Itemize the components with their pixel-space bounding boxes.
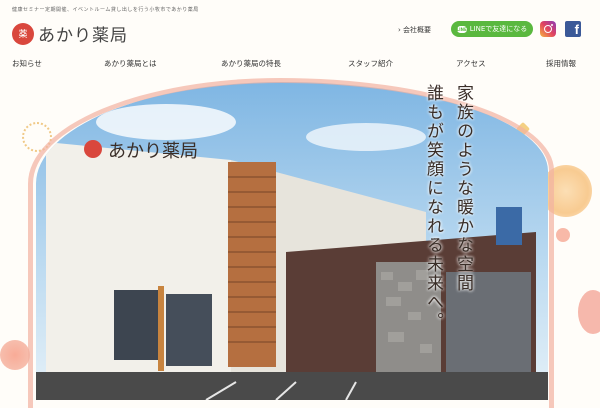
- nav-item-staff[interactable]: スタッフ紹介: [348, 58, 393, 69]
- company-profile-link[interactable]: › 会社概要: [398, 25, 431, 35]
- watercolor-dot-decoration: [556, 228, 570, 242]
- hero-catchphrase-line1: 家族のような暖かな空間: [453, 84, 473, 293]
- site-logo[interactable]: 薬 あかり薬局: [12, 21, 128, 46]
- dotted-circle-decoration: [22, 122, 52, 152]
- line-friend-button[interactable]: LINE LINEで友達になる: [451, 21, 533, 37]
- company-profile-label: 会社概要: [403, 26, 432, 34]
- watercolor-dot-decoration: [578, 290, 600, 334]
- nav-item-about[interactable]: あかり薬局とは: [104, 58, 157, 69]
- site-tagline: 健康セミナー定期開催、イベントルーム貸し出しを行う小牧市であかり薬局: [12, 7, 199, 13]
- nav-item-recruit[interactable]: 採用情報: [546, 58, 576, 69]
- nav-item-features[interactable]: あかり薬局の特長: [221, 58, 281, 69]
- nav-item-news[interactable]: お知らせ: [12, 58, 42, 69]
- chevron-right-icon: ›: [398, 26, 401, 34]
- watercolor-dot-decoration: [0, 340, 30, 370]
- facebook-icon[interactable]: f: [565, 21, 581, 37]
- hero-catchphrase-line2: 誰もが笑顔になれる未来へ。: [423, 84, 443, 331]
- line-icon: LINE: [456, 25, 467, 33]
- nav-item-access[interactable]: アクセス: [456, 58, 486, 69]
- building-sign-text: あかり薬局: [108, 141, 198, 162]
- logo-mark-icon: 薬: [12, 22, 34, 45]
- instagram-icon[interactable]: [540, 21, 556, 37]
- line-button-label: LINEで友達になる: [469, 25, 528, 33]
- global-nav: お知らせ あかり薬局とは あかり薬局の特長 スタッフ紹介 アクセス 採用情報: [0, 58, 600, 72]
- logo-text: あかり薬局: [38, 26, 128, 46]
